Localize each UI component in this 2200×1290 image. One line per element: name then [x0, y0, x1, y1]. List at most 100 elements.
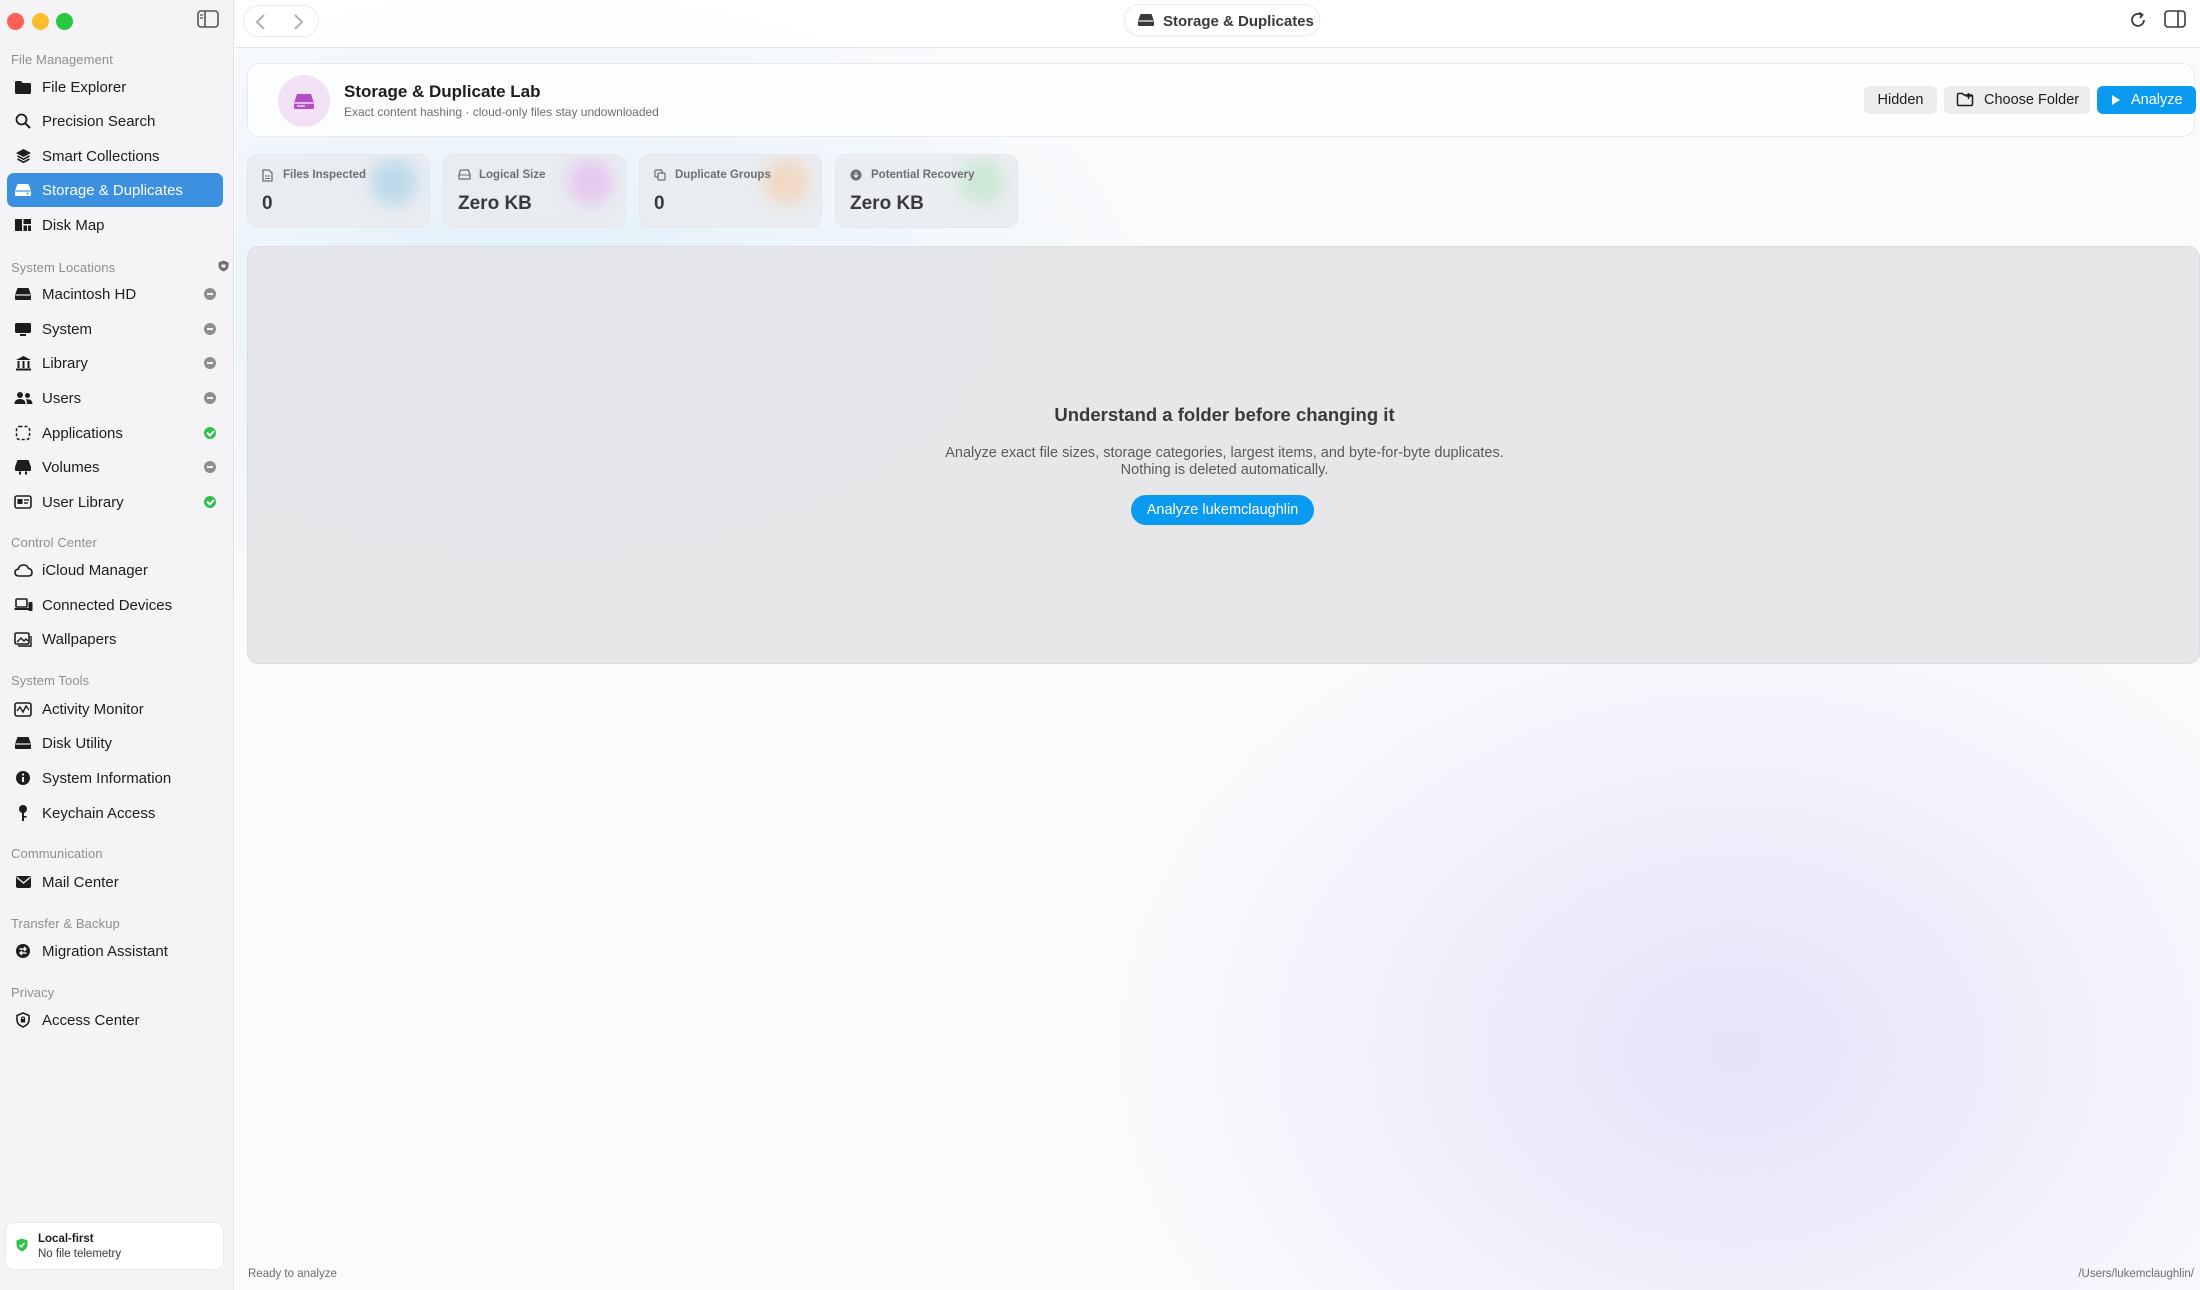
sidebar-item-storage-duplicates[interactable]: Storage & Duplicates	[7, 173, 223, 207]
waveform-chart-icon	[13, 699, 33, 719]
analyze-label: Analyze	[2131, 92, 2183, 108]
sidebar-item-smart-collections[interactable]: Smart Collections	[7, 139, 223, 173]
sidebar-item-disk-map[interactable]: Disk Map	[7, 208, 223, 242]
display-icon	[13, 319, 33, 339]
section-header-system-tools: System Tools	[11, 673, 90, 688]
sidebar-item-icloud-manager[interactable]: iCloud Manager	[7, 553, 223, 587]
close-window-button[interactable]	[7, 13, 24, 30]
empty-state-title: Understand a folder before changing it	[1054, 404, 1395, 425]
drive-icon	[13, 733, 33, 753]
key-icon	[13, 803, 33, 823]
sidebar-item-label: Precision Search	[42, 112, 156, 130]
hidden-files-toggle[interactable]: Hidden	[1864, 86, 1937, 114]
section-header-communication: Communication	[11, 846, 103, 861]
folder-icon	[13, 77, 33, 97]
sidebar-item-label: Smart Collections	[42, 147, 160, 165]
sidebar-item-label: System Information	[42, 769, 172, 787]
sidebar-item-user-library[interactable]: User Library	[7, 485, 223, 519]
sidebar-item-system[interactable]: System	[7, 312, 223, 346]
back-arrow-icon[interactable]	[254, 13, 268, 31]
section-header-control-center: Control Center	[11, 535, 97, 550]
lock-icon	[218, 260, 229, 272]
sidebar-item-keychain-access[interactable]: Keychain Access	[7, 796, 223, 830]
sidebar-item-label: Storage & Duplicates	[42, 181, 183, 199]
treemap-icon	[13, 215, 33, 235]
sidebar-item-label: Applications	[42, 424, 123, 442]
empty-state-description: Analyze exact file sizes, storage catego…	[945, 445, 1504, 461]
stat-glow	[371, 159, 417, 205]
sidebar-item-file-explorer[interactable]: File Explorer	[7, 70, 223, 104]
sidebar-item-library[interactable]: Library	[7, 346, 223, 380]
sidebar-item-migration-assistant[interactable]: Migration Assistant	[7, 934, 223, 968]
download-icon	[850, 169, 862, 181]
photo-icon	[13, 629, 33, 649]
sidebar-item-access-center[interactable]: Access Center	[7, 1003, 223, 1037]
analyze-button[interactable]: Analyze	[2097, 86, 2196, 114]
sidebar-item-label: Wallpapers	[42, 630, 117, 648]
sidebar-item-users[interactable]: Users	[7, 381, 223, 415]
sidebar-toggle-icon[interactable]	[197, 10, 221, 32]
layers-icon	[13, 146, 33, 166]
sidebar-item-system-information[interactable]: System Information	[7, 761, 223, 795]
stat-potential-recovery: Potential Recovery Zero KB	[835, 154, 1018, 228]
sidebar-item-label: Disk Map	[42, 216, 105, 234]
laptop-phone-icon	[13, 595, 33, 615]
envelope-icon	[13, 872, 33, 892]
stat-duplicate-groups: Duplicate Groups 0	[639, 154, 822, 228]
inspector-toggle-icon[interactable]	[2164, 10, 2186, 28]
analyze-folder-button[interactable]: Analyze lukemclaughlin	[1131, 495, 1314, 525]
stat-label: Logical Size	[479, 169, 546, 181]
sidebar-item-disk-utility[interactable]: Disk Utility	[7, 726, 223, 760]
lab-header: Storage & Duplicate Lab Exact content ha…	[247, 63, 2196, 137]
sidebar-item-connected-devices[interactable]: Connected Devices	[7, 588, 223, 622]
zoom-window-button[interactable]	[56, 13, 73, 30]
info-icon	[13, 768, 33, 788]
current-path: /Users/lukemclaughlin/	[2078, 1268, 2194, 1280]
local-first-card: Local-first No file telemetry	[5, 1222, 224, 1270]
drive-icon	[278, 75, 330, 127]
sidebar-item-label: Migration Assistant	[42, 942, 168, 960]
sidebar-item-mail-center[interactable]: Mail Center	[7, 865, 223, 899]
sidebar-item-applications[interactable]: Applications	[7, 416, 223, 450]
empty-state-panel: Understand a folder before changing it A…	[247, 246, 2200, 664]
sidebar-item-label: Users	[42, 389, 82, 407]
local-first-subtitle: No file telemetry	[38, 1248, 122, 1260]
main-content: Storage & Duplicates Storage & Duplicate…	[235, 0, 2200, 1290]
page-subtitle: Exact content hashing · cloud-only files…	[344, 105, 659, 119]
forward-arrow-icon[interactable]	[291, 13, 305, 31]
transfer-icon	[13, 941, 33, 961]
play-icon	[2111, 94, 2121, 106]
sidebar-item-label: Access Center	[42, 1011, 140, 1029]
stat-glow	[763, 159, 809, 205]
section-header-privacy: Privacy	[11, 985, 55, 1000]
sidebar-item-macintosh-hd[interactable]: Macintosh HD	[7, 277, 223, 311]
sidebar-item-volumes[interactable]: Volumes	[7, 450, 223, 484]
stat-glow	[567, 159, 613, 205]
search-icon	[13, 111, 33, 131]
allowed-status-icon	[204, 496, 216, 508]
sidebar-item-label: Volumes	[42, 458, 100, 476]
navigation-arrows	[243, 5, 319, 37]
sidebar-item-label: Library	[42, 354, 88, 372]
sidebar-item-precision-search[interactable]: Precision Search	[7, 104, 223, 138]
users-icon	[13, 388, 33, 408]
sidebar-item-wallpapers[interactable]: Wallpapers	[7, 622, 223, 656]
sidebar-item-label: File Explorer	[42, 78, 127, 96]
restricted-status-icon	[204, 392, 216, 404]
restricted-status-icon	[204, 323, 216, 335]
drive-icon	[458, 169, 471, 180]
empty-state-note: Nothing is deleted automatically.	[1120, 462, 1329, 478]
app-grid-icon	[13, 423, 33, 443]
sidebar-item-label: Mail Center	[42, 873, 119, 891]
sidebar-item-label: Macintosh HD	[42, 285, 137, 303]
toolbar: Storage & Duplicates	[235, 0, 2200, 48]
choose-folder-button[interactable]: Choose Folder	[1944, 86, 2090, 114]
restricted-status-icon	[204, 357, 216, 369]
minimize-window-button[interactable]	[32, 13, 49, 30]
sidebar-item-label: Connected Devices	[42, 596, 173, 614]
sidebar: File Management File Explorer Precision …	[0, 0, 234, 1290]
restricted-status-icon	[204, 288, 216, 300]
refresh-icon[interactable]	[2128, 10, 2148, 30]
stat-value: Zero KB	[458, 193, 532, 214]
sidebar-item-activity-monitor[interactable]: Activity Monitor	[7, 692, 223, 726]
